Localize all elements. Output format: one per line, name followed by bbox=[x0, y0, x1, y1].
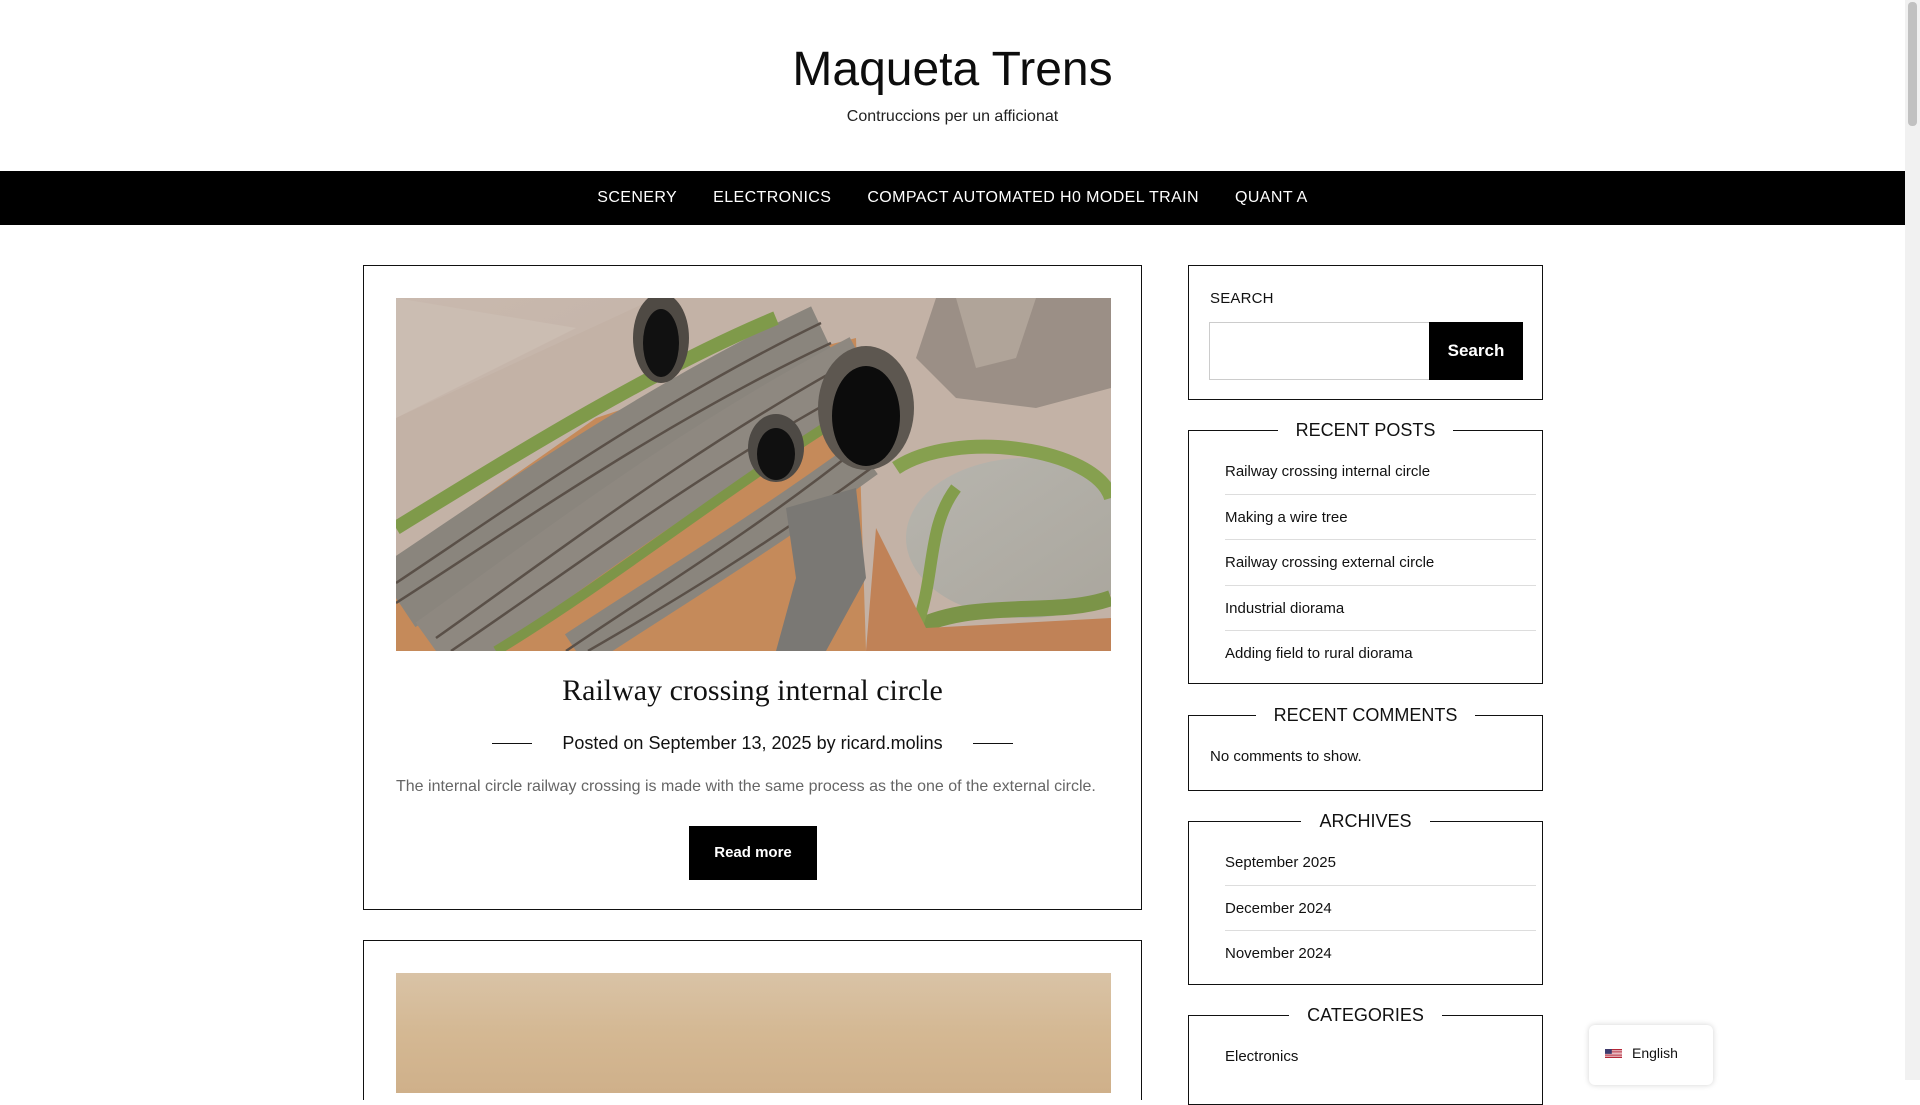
post-date-link[interactable]: September 13, 2025 bbox=[648, 733, 811, 754]
archives-heading-text: ARCHIVES bbox=[1301, 811, 1430, 831]
archives-heading: ARCHIVES bbox=[1189, 810, 1542, 832]
archives-list: September 2025 December 2024 November 20… bbox=[1225, 840, 1536, 977]
recent-posts-heading: RECENT POSTS bbox=[1189, 419, 1542, 441]
category-item[interactable]: Electronics bbox=[1225, 1034, 1536, 1080]
recent-comments-widget: RECENT COMMENTS No comments to show. bbox=[1188, 705, 1543, 791]
archive-item[interactable]: December 2024 bbox=[1225, 886, 1536, 931]
nav-item-quant-a[interactable]: QUANT A bbox=[1217, 171, 1326, 225]
categories-list: Electronics bbox=[1225, 1034, 1536, 1080]
recent-posts-list: Railway crossing internal circle Making … bbox=[1225, 449, 1536, 677]
search-widget: SEARCH Search bbox=[1188, 265, 1543, 400]
archives-widget: ARCHIVES September 2025 December 2024 No… bbox=[1188, 811, 1543, 985]
main-nav: SCENERY ELECTRONICS COMPACT AUTOMATED H0… bbox=[0, 171, 1905, 225]
site-tagline: Contruccions per un afficionat bbox=[846, 108, 1059, 125]
post-featured-image-2[interactable] bbox=[396, 973, 1111, 1093]
meta-divider-left bbox=[492, 743, 533, 744]
meta-divider-right bbox=[972, 743, 1013, 744]
post-featured-image[interactable] bbox=[396, 298, 1111, 651]
nav-item-compact-automated-h0-model-train[interactable]: COMPACT AUTOMATED H0 MODEL TRAIN bbox=[849, 171, 1217, 225]
post-excerpt: The internal circle railway crossing is … bbox=[396, 778, 1096, 795]
railway-diorama-image bbox=[396, 298, 1111, 651]
post-card: Railway crossing internal circle Posted … bbox=[363, 265, 1142, 910]
language-switcher[interactable]: English bbox=[1589, 1025, 1713, 1085]
search-input[interactable] bbox=[1209, 322, 1429, 380]
us-flag-icon bbox=[1605, 1049, 1622, 1058]
search-button[interactable]: Search bbox=[1429, 322, 1523, 380]
post-author-link[interactable]: ricard.molins bbox=[841, 733, 943, 754]
recent-post-item[interactable]: Railway crossing internal circle bbox=[1225, 449, 1536, 495]
meta-by: by bbox=[816, 733, 836, 753]
recent-post-item[interactable]: Adding field to rural diorama bbox=[1225, 631, 1536, 677]
scrollbar-thumb[interactable] bbox=[1908, 2, 1917, 126]
nav-item-electronics[interactable]: ELECTRONICS bbox=[695, 171, 849, 225]
recent-post-item[interactable]: Industrial diorama bbox=[1225, 586, 1536, 631]
recent-post-item[interactable]: Making a wire tree bbox=[1225, 495, 1536, 540]
recent-post-item[interactable]: Railway crossing external circle bbox=[1225, 540, 1536, 586]
archive-item[interactable]: September 2025 bbox=[1225, 840, 1536, 886]
no-comments-text: No comments to show. bbox=[1210, 748, 1362, 765]
post-card-2 bbox=[363, 940, 1142, 1100]
search-label: SEARCH bbox=[1210, 290, 1274, 307]
categories-heading-text: CATEGORIES bbox=[1289, 1005, 1442, 1025]
nav-item-scenery[interactable]: SCENERY bbox=[579, 171, 695, 225]
read-more-button[interactable]: Read more bbox=[689, 826, 817, 880]
archive-item[interactable]: November 2024 bbox=[1225, 931, 1536, 977]
recent-comments-heading-text: RECENT COMMENTS bbox=[1255, 705, 1476, 725]
language-label: English bbox=[1632, 1045, 1678, 1061]
recent-posts-widget: RECENT POSTS Railway crossing internal c… bbox=[1188, 420, 1543, 684]
meta-prefix: Posted on bbox=[562, 733, 644, 753]
recent-comments-heading: RECENT COMMENTS bbox=[1189, 704, 1542, 726]
page-scrollbar[interactable] bbox=[1905, 0, 1920, 1080]
post-meta: Posted on September 13, 2025 by ricard.m… bbox=[364, 733, 1141, 754]
categories-heading: CATEGORIES bbox=[1189, 1004, 1542, 1026]
recent-posts-heading-text: RECENT POSTS bbox=[1277, 420, 1454, 440]
site-title[interactable]: Maqueta Trens bbox=[0, 38, 1905, 102]
categories-widget: CATEGORIES Electronics bbox=[1188, 1005, 1543, 1105]
site-header: Maqueta Trens Contruccions per un affici… bbox=[0, 0, 1905, 170]
post-title[interactable]: Railway crossing internal circle bbox=[364, 674, 1141, 708]
